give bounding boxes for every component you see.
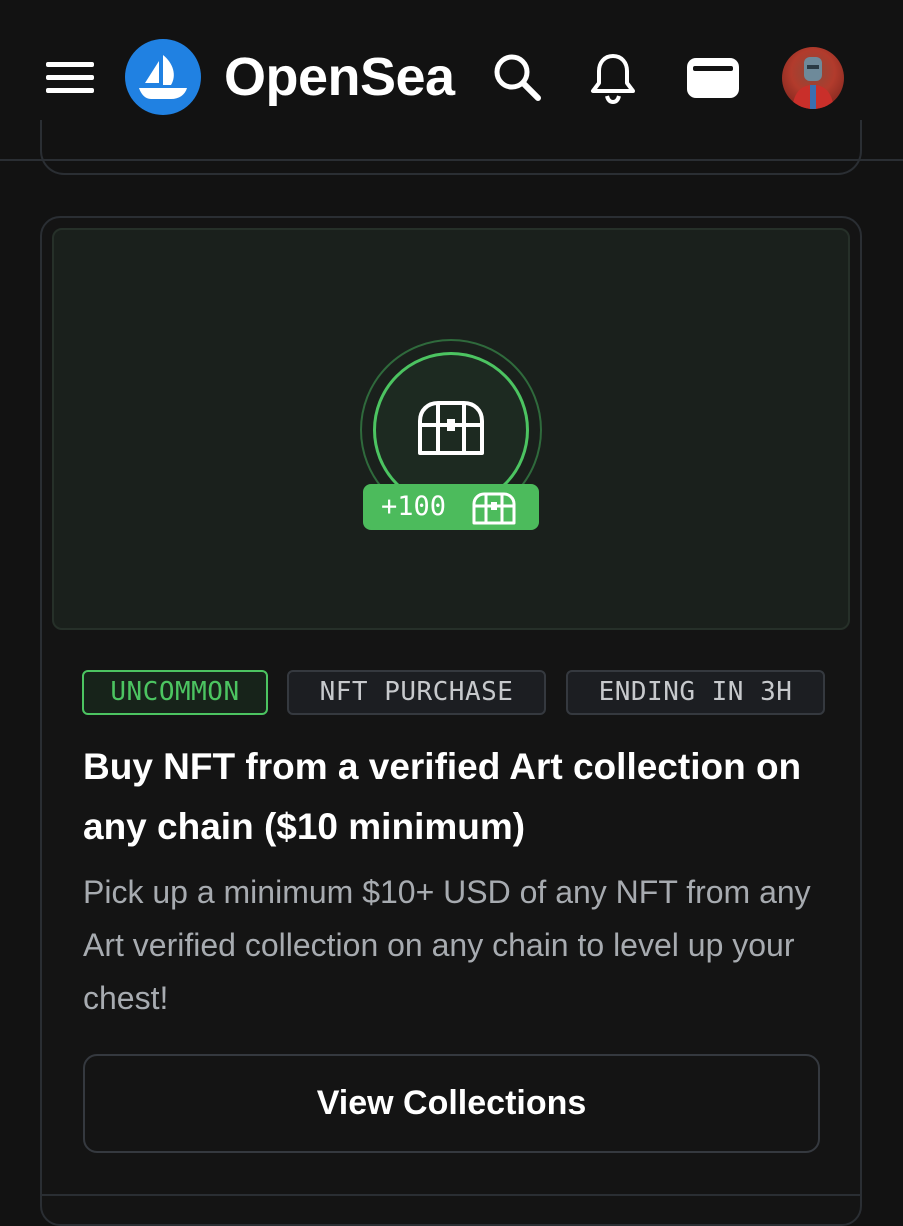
- search-icon[interactable]: [490, 50, 546, 106]
- card-divider: [40, 1194, 862, 1196]
- menu-icon[interactable]: [46, 60, 94, 94]
- quest-title: Buy NFT from a verified Art collection o…: [83, 746, 802, 847]
- quest-description: Pick up a minimum $10+ USD of any NFT fr…: [83, 874, 811, 1016]
- previous-card-edge: [40, 120, 862, 175]
- opensea-logo-icon[interactable]: [125, 39, 201, 115]
- time-remaining-tag: ENDING IN 3H: [566, 670, 825, 715]
- points-badge: +100: [363, 484, 539, 530]
- chest-small-icon: [471, 491, 517, 525]
- chest-icon: [416, 399, 486, 457]
- view-collections-button[interactable]: View Collections: [83, 1054, 820, 1153]
- category-tag: NFT PURCHASE: [287, 670, 546, 715]
- points-value: +100: [381, 491, 447, 522]
- bell-icon[interactable]: [585, 50, 641, 106]
- avatar[interactable]: [782, 47, 844, 109]
- rarity-tag: UNCOMMON: [82, 670, 268, 715]
- brand-name[interactable]: OpenSea: [224, 44, 455, 110]
- wallet-icon[interactable]: [684, 50, 740, 106]
